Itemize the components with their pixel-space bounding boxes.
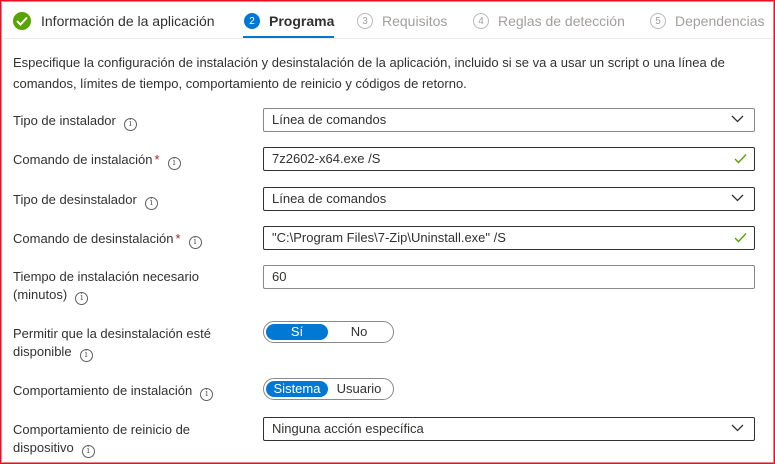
uninstaller-type-label: Tipo de desinstalador i: [13, 191, 158, 210]
installer-type-dropdown[interactable]: Línea de comandos: [263, 108, 755, 132]
required-asterisk: *: [175, 231, 181, 246]
install-time-input[interactable]: 60: [263, 265, 755, 289]
tab-divider: [2, 38, 773, 39]
checkmark-circle-icon: [13, 12, 31, 30]
info-icon[interactable]: i: [123, 118, 137, 131]
step-detection-rules[interactable]: 4 Reglas de detección: [473, 11, 625, 31]
step-number-badge: 2: [244, 13, 260, 29]
allow-uninstall-toggle[interactable]: Sí No: [263, 321, 394, 343]
install-behavior-toggle[interactable]: Sistema Usuario: [263, 378, 394, 400]
toggle-option-user[interactable]: Usuario: [328, 381, 390, 397]
installer-type-label: Tipo de instalador i: [13, 112, 137, 131]
info-icon[interactable]: i: [188, 236, 202, 249]
chevron-down-icon: [731, 115, 744, 123]
info-icon[interactable]: i: [167, 157, 181, 170]
toggle-option-system[interactable]: Sistema: [266, 381, 328, 397]
info-icon[interactable]: i: [144, 197, 158, 210]
restart-behavior-label: Comportamiento de reinicio de dispositiv…: [13, 422, 191, 458]
step-label: Información de la aplicación: [41, 13, 215, 29]
toggle-option-no[interactable]: No: [328, 324, 390, 340]
install-behavior-label: Comportamiento de instalación i: [13, 382, 214, 401]
step-number-badge: 5: [650, 13, 666, 29]
required-asterisk: *: [154, 152, 160, 167]
uninstall-command-input[interactable]: "C:\Program Files\7-Zip\Uninstall.exe" /…: [263, 226, 755, 250]
info-icon[interactable]: i: [79, 349, 93, 362]
info-icon[interactable]: i: [81, 445, 95, 458]
toggle-option-yes[interactable]: Sí: [266, 324, 328, 340]
step-label: Requisitos: [382, 13, 448, 29]
install-command-input[interactable]: 7z2602-x64.exe /S: [263, 147, 755, 171]
step-dependencies[interactable]: 5 Dependencias: [650, 11, 765, 31]
uninstaller-type-dropdown[interactable]: Línea de comandos: [263, 187, 755, 211]
allow-uninstall-label: Permitir que la desinstalación esté disp…: [13, 326, 211, 362]
restart-behavior-dropdown[interactable]: Ninguna acción específica: [263, 417, 755, 441]
step-label: Reglas de detección: [498, 13, 625, 29]
info-icon[interactable]: i: [75, 292, 89, 305]
step-number-badge: 3: [357, 13, 373, 29]
install-command-label: Comando de instalación * i: [13, 151, 181, 170]
page-description: Especifique la configuración de instalac…: [13, 55, 725, 91]
step-label: Programa: [269, 13, 335, 29]
step-label: Dependencias: [675, 13, 765, 29]
uninstall-command-label: Comando de desinstalación * i: [13, 230, 202, 249]
step-number-badge: 4: [473, 13, 489, 29]
active-step-underline: [243, 36, 334, 38]
step-app-info[interactable]: Información de la aplicación: [13, 11, 215, 31]
info-icon[interactable]: i: [200, 388, 214, 401]
install-time-label: Tiempo de instalación necesario (minutos…: [13, 269, 199, 305]
step-requirements[interactable]: 3 Requisitos: [357, 11, 447, 31]
checkmark-icon: [734, 233, 747, 243]
chevron-down-icon: [731, 194, 744, 202]
step-program[interactable]: 2 Programa: [244, 11, 334, 31]
chevron-down-icon: [731, 424, 744, 432]
checkmark-icon: [734, 154, 747, 164]
